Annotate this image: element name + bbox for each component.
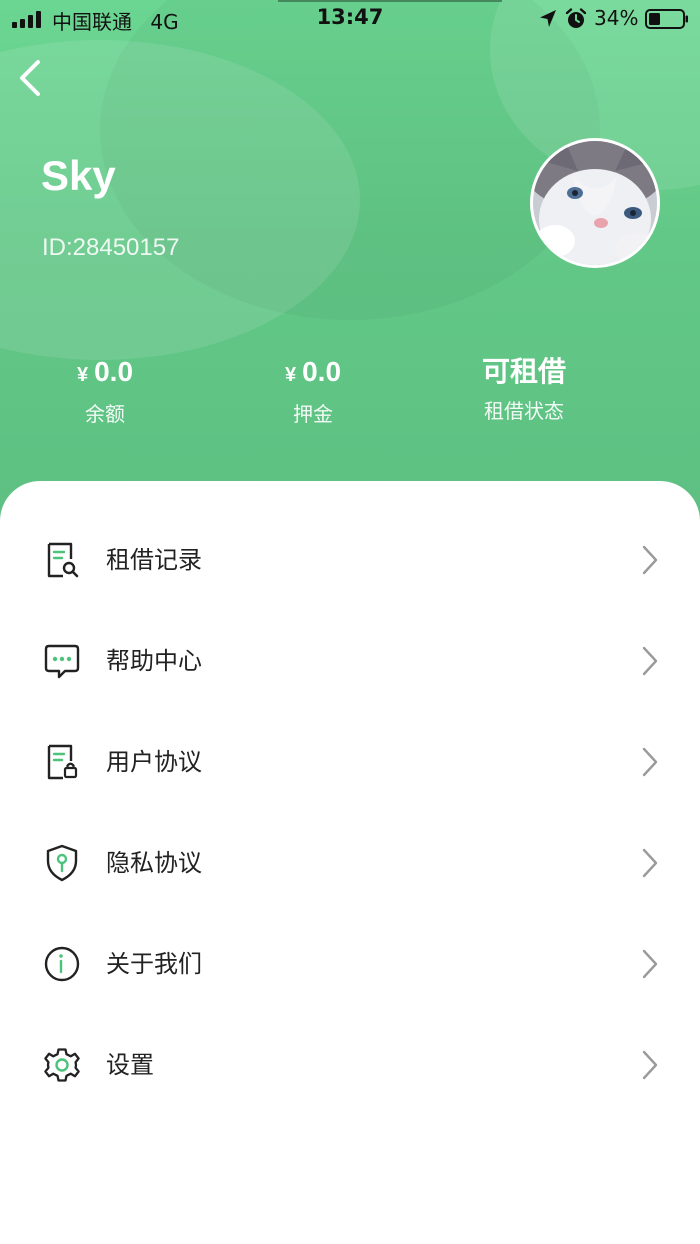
status-bar: 中国联通 4G 13:47 34% bbox=[0, 0, 700, 38]
document-lock-icon bbox=[47, 744, 78, 780]
menu-item-about-us[interactable]: 关于我们 bbox=[0, 914, 700, 1014]
menu-item-label: 隐私协议 bbox=[106, 849, 202, 877]
menu-card: 租借记录 帮助中心 用户协议 隐私协议 关于我们 设置 bbox=[0, 481, 700, 1244]
avatar[interactable] bbox=[530, 138, 660, 268]
menu-item-label: 设置 bbox=[106, 1051, 154, 1079]
deposit-value: ¥0.0 bbox=[213, 352, 413, 395]
location-icon bbox=[540, 10, 556, 27]
rental-status-label: 租借状态 bbox=[484, 399, 564, 423]
user-name: Sky bbox=[41, 152, 116, 199]
chevron-right-icon bbox=[642, 747, 658, 777]
chevron-right-icon bbox=[642, 1050, 658, 1080]
currency-symbol: ¥ bbox=[76, 364, 89, 386]
battery-percent: 34% bbox=[594, 6, 639, 30]
shield-key-icon bbox=[46, 844, 78, 882]
menu-item-label: 帮助中心 bbox=[106, 647, 202, 675]
chevron-right-icon bbox=[642, 848, 658, 878]
menu-item-user-agreement[interactable]: 用户协议 bbox=[0, 712, 700, 812]
deposit-label: 押金 bbox=[293, 402, 333, 426]
gear-icon bbox=[44, 1048, 80, 1082]
back-arrow-icon[interactable] bbox=[14, 58, 48, 98]
deposit-stat[interactable]: ¥0.0 押金 bbox=[213, 352, 413, 431]
menu-item-help-center[interactable]: 帮助中心 bbox=[0, 611, 700, 711]
balance-stat[interactable]: ¥0.0 余额 bbox=[5, 352, 205, 431]
info-icon bbox=[44, 946, 80, 982]
balance-label: 余额 bbox=[85, 402, 125, 426]
deposit-amount: 0.0 bbox=[302, 356, 342, 387]
menu-item-label: 关于我们 bbox=[106, 950, 202, 978]
chat-bubble-icon bbox=[44, 644, 80, 679]
document-search-icon bbox=[47, 542, 79, 578]
menu-item-rental-records[interactable]: 租借记录 bbox=[0, 510, 700, 610]
menu-item-settings[interactable]: 设置 bbox=[0, 1015, 700, 1115]
alarm-icon bbox=[565, 8, 587, 28]
user-id: ID:28450157 bbox=[42, 234, 180, 261]
currency-symbol: ¥ bbox=[284, 364, 297, 386]
cat-avatar-image bbox=[533, 141, 657, 265]
battery-icon bbox=[645, 9, 688, 29]
menu-item-label: 用户协议 bbox=[106, 748, 202, 776]
balance-value: ¥0.0 bbox=[5, 352, 205, 395]
top-indicator-line bbox=[278, 0, 502, 2]
menu-item-label: 租借记录 bbox=[106, 546, 202, 574]
rental-status-value: 可租借 bbox=[481, 356, 566, 387]
chevron-right-icon bbox=[642, 646, 658, 676]
rental-status-stat[interactable]: 可租借 租借状态 bbox=[424, 352, 624, 428]
menu-item-privacy-policy[interactable]: 隐私协议 bbox=[0, 813, 700, 913]
chevron-right-icon bbox=[642, 949, 658, 979]
balance-amount: 0.0 bbox=[94, 356, 134, 387]
chevron-right-icon bbox=[642, 545, 658, 575]
